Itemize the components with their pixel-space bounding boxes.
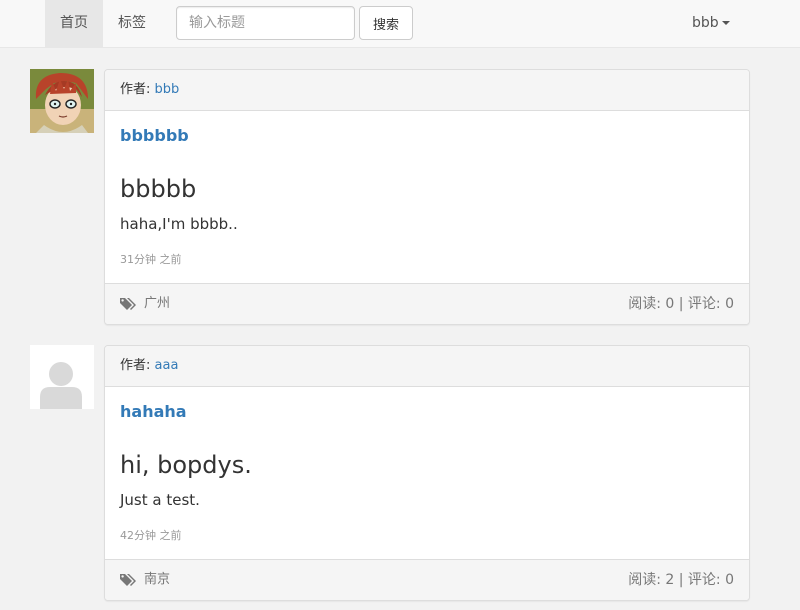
post-title-link[interactable]: hahaha (120, 402, 187, 421)
post-author-line: 作者: bbb (105, 70, 749, 111)
anime-character-avatar-icon (30, 69, 94, 133)
search-input[interactable] (176, 6, 355, 40)
author-label: 作者: (120, 358, 151, 373)
tags-icon (120, 297, 136, 310)
default-user-avatar-icon (30, 345, 94, 409)
post-footer: 广州 阅读: 0 | 评论: 0 (105, 283, 749, 324)
post-stats: 阅读: 0 | 评论: 0 (628, 296, 734, 312)
post-timestamp: 31分钟 之前 (120, 253, 182, 266)
user-name: bbb (692, 15, 719, 31)
caret-down-icon (721, 21, 730, 25)
nav-tab-home[interactable]: 首页 (45, 0, 103, 48)
post-tag-link[interactable]: 南京 (144, 572, 170, 587)
post-footer: 南京 阅读: 2 | 评论: 0 (105, 559, 749, 600)
post-timestamp: 42分钟 之前 (120, 529, 182, 542)
post-heading: bbbbb (120, 175, 197, 203)
post-title-link[interactable]: bbbbbb (120, 126, 189, 145)
author-link[interactable]: bbb (155, 82, 180, 97)
post-author-line: 作者: aaa (105, 346, 749, 387)
post-heading: hi, bopdys. (120, 451, 252, 479)
post-body: hahaha hi, bopdys. Just a test. 42分钟 之前 (105, 387, 749, 559)
author-avatar[interactable] (30, 345, 94, 409)
post-stats: 阅读: 2 | 评论: 0 (628, 572, 734, 588)
search-button[interactable]: 搜索 (359, 6, 413, 40)
post-card: 作者: aaa hahaha hi, bopdys. Just a test. … (104, 345, 750, 601)
post-card: 作者: bbb bbbbbb bbbbb haha,I'm bbbb.. 31分… (104, 69, 750, 325)
top-navbar: 首页 标签 搜索 bbb (0, 0, 800, 48)
author-label: 作者: (120, 82, 151, 97)
author-link[interactable]: aaa (155, 358, 179, 373)
tags-icon (120, 573, 136, 586)
author-avatar[interactable] (30, 69, 94, 133)
user-menu-dropdown[interactable]: bbb (692, 0, 730, 48)
nav-tab-tags[interactable]: 标签 (103, 0, 161, 48)
post-tag-link[interactable]: 广州 (144, 296, 170, 311)
post-excerpt: Just a test. (120, 491, 200, 509)
post-excerpt: haha,I'm bbbb.. (120, 215, 238, 233)
post-body: bbbbbb bbbbb haha,I'm bbbb.. 31分钟 之前 (105, 111, 749, 283)
